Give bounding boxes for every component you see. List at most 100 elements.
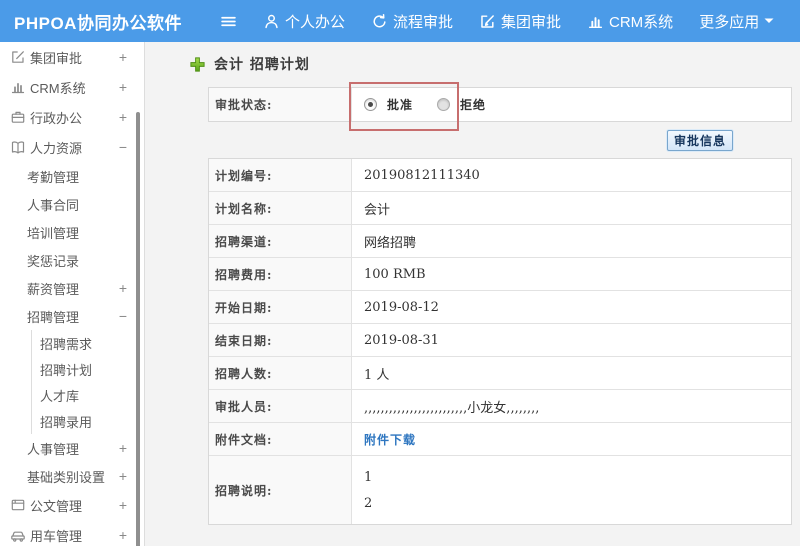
field-value: 1 2 [352,456,791,524]
sidebar-scrollbar-thumb[interactable] [136,112,140,546]
bar-chart-icon [587,13,604,30]
document-icon [10,497,26,513]
expand-toggle[interactable]: + [119,497,127,513]
field-value: 100 RMB [364,266,426,282]
sidebar-item-vehicle[interactable]: 用车管理 + [0,520,144,546]
sidebar-item-documents[interactable]: 公文管理 + [0,490,144,520]
radio-reject-label[interactable]: 拒绝 [460,96,486,113]
nav-group-approval[interactable]: 集团审批 [479,11,561,32]
user-icon [263,13,280,30]
expand-toggle[interactable]: + [119,527,127,543]
edit-square-icon [479,13,496,30]
field-value: 会计 [364,202,391,218]
field-label: 开始日期: [209,291,352,323]
expand-toggle[interactable]: + [119,440,127,456]
table-row: 计划编号: 20190812111340 [209,159,791,192]
process-icon [371,13,388,30]
sidebar-item-hr-contract[interactable]: 人事合同 [0,190,144,218]
recruit-description-text: 1 2 [364,470,373,511]
recruit-plan-detail-table: 计划编号: 20190812111340 计划名称: 会计 招聘渠道: 网络招聘… [208,158,792,525]
nav-personal-office[interactable]: 个人办公 [263,11,345,32]
expand-toggle[interactable]: + [119,109,127,125]
field-value: 1 人 [364,367,390,383]
sidebar-item-personnel[interactable]: 人事管理 + [0,434,144,462]
nav-label: 更多应用 [699,13,760,31]
field-label: 审批状态: [209,88,352,121]
main-content: 会计 招聘计划 审批状态: 批准 拒绝 审批信息 计划编号: 201908121… [145,42,800,546]
top-navigation-bar: PHPOA协同办公软件 个人办公 流程审批 集团审批 CRM系统 更多应用 [0,0,800,42]
nav-process-approval[interactable]: 流程审批 [371,11,453,32]
caret-down-icon [764,17,774,25]
field-value: 网络招聘 [364,235,417,251]
sidebar-item-recruit-hire[interactable]: 招聘录用 [31,408,144,434]
radio-approve[interactable] [364,98,377,111]
sidebar-item-talent-pool[interactable]: 人才库 [31,382,144,408]
sidebar-item-base-category[interactable]: 基础类别设置 + [0,462,144,490]
field-label: 招聘费用: [209,258,352,290]
radio-reject[interactable] [437,98,451,111]
nav-more-apps[interactable]: 更多应用 [699,11,774,32]
field-value: 2019-08-12 [364,299,439,315]
expand-toggle[interactable]: + [119,49,127,65]
approval-status-table: 审批状态: 批准 拒绝 [208,87,792,122]
field-label: 计划编号: [209,159,352,191]
field-value: 20190812111340 [364,167,480,183]
edit-square-icon [10,49,26,65]
field-label: 招聘人数: [209,357,352,389]
table-row: 结束日期: 2019-08-31 [209,324,791,357]
field-label: 附件文档: [209,423,352,455]
briefcase-icon [10,109,26,125]
collapse-toggle[interactable]: − [119,308,127,324]
approval-info-button[interactable]: 审批信息 [666,129,733,151]
field-value: 附件下载 [352,423,791,455]
sidebar-item-training[interactable]: 培训管理 [0,218,144,246]
field-value: ,,,,,,,,,,,,,,,,,,,,,,,,,小龙女,,,,,,,, [364,400,540,416]
page-header: 会计 招聘计划 [189,54,800,74]
bar-chart-icon [10,79,26,95]
table-row: 计划名称: 会计 [209,192,791,225]
table-row: 招聘渠道: 网络招聘 [209,225,791,258]
table-row: 招聘人数: 1 人 [209,357,791,390]
app-logo: PHPOA协同办公软件 [14,13,182,33]
field-label: 审批人员: [209,390,352,422]
field-label: 结束日期: [209,324,352,356]
nav-label: 流程审批 [392,13,453,31]
sidebar: 集团审批 + CRM系统 + 行政办公 + 人力资源 − 考勤管理 人事合同 培… [0,42,145,546]
sidebar-item-salary[interactable]: 薪资管理 + [0,274,144,302]
car-icon [10,527,26,543]
sidebar-item-crm[interactable]: CRM系统 + [0,72,144,102]
nav-crm-system[interactable]: CRM系统 [587,11,673,32]
field-label: 计划名称: [209,192,352,224]
sidebar-item-recruit-plan[interactable]: 招聘计划 [31,356,144,382]
expand-toggle[interactable]: + [119,468,127,484]
table-row: 开始日期: 2019-08-12 [209,291,791,324]
sidebar-item-rewards[interactable]: 奖惩记录 [0,246,144,274]
field-value: 2019-08-31 [364,332,439,348]
sidebar-item-admin-office[interactable]: 行政办公 + [0,102,144,132]
book-icon [10,139,26,155]
top-nav-menu: 个人办公 流程审批 集团审批 CRM系统 更多应用 [220,11,774,32]
sidebar-item-hr[interactable]: 人力资源 − [0,132,144,162]
approval-options: 批准 拒绝 [352,88,791,121]
sidebar-item-recruitment[interactable]: 招聘管理 − [0,302,144,330]
table-row: 审批人员: ,,,,,,,,,,,,,,,,,,,,,,,,,小龙女,,,,,,… [209,390,791,423]
page-title: 会计 招聘计划 [214,57,310,73]
attachment-download-link[interactable]: 附件下载 [364,431,416,448]
field-label: 招聘渠道: [209,225,352,257]
nav-label: 个人办公 [284,13,345,31]
collapse-toggle[interactable]: − [119,139,127,155]
approval-status-row: 审批状态: 批准 拒绝 [209,88,791,121]
plus-icon [189,56,206,73]
table-row: 招聘费用: 100 RMB [209,258,791,291]
expand-toggle[interactable]: + [119,79,127,95]
radio-approve-label[interactable]: 批准 [387,96,413,113]
nav-label: 集团审批 [501,13,562,31]
hamburger-menu-icon[interactable] [220,13,237,30]
sidebar-item-group-approval[interactable]: 集团审批 + [0,42,144,72]
sidebar-item-attendance[interactable]: 考勤管理 [0,162,144,190]
table-row: 附件文档: 附件下载 [209,423,791,456]
expand-toggle[interactable]: + [119,280,127,296]
button-band: 审批信息 [208,122,792,158]
table-row: 招聘说明: 1 2 [209,456,791,524]
sidebar-item-recruit-demand[interactable]: 招聘需求 [31,330,144,356]
